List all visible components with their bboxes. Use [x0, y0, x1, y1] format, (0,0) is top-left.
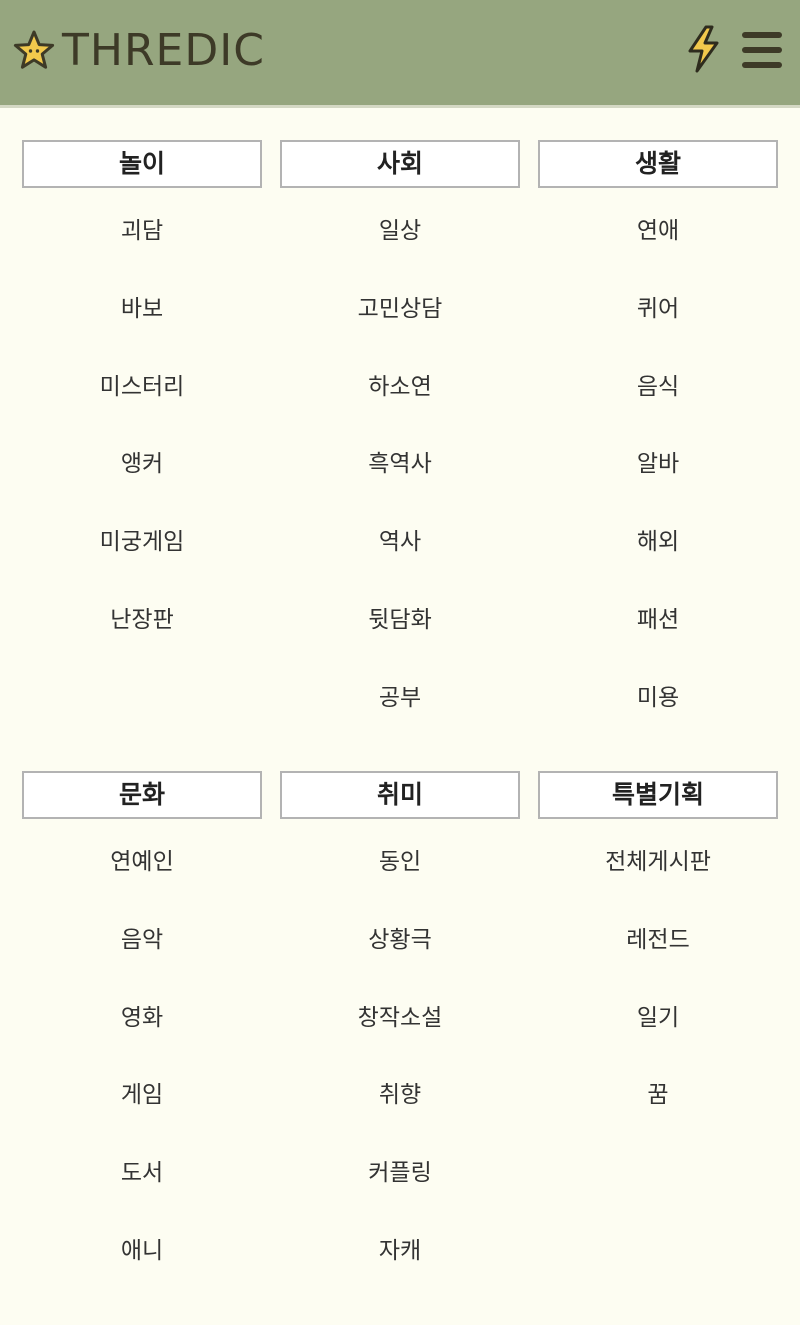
app-header: THREDIC [0, 0, 800, 108]
board-link[interactable]: 취향 [280, 1052, 520, 1130]
lightning-button[interactable] [684, 25, 722, 73]
board-link[interactable]: 레전드 [538, 897, 778, 975]
board-link[interactable]: 음식 [538, 344, 778, 422]
board-link[interactable]: 창작소설 [280, 975, 520, 1053]
board-link[interactable]: 상황극 [280, 897, 520, 975]
board-link[interactable]: 패션 [538, 577, 778, 655]
category-header[interactable]: 사회 [280, 140, 520, 188]
board-link[interactable]: 연애 [538, 188, 778, 266]
category-list: 동인 상황극 창작소설 취향 커플링 자캐 [280, 819, 520, 1286]
board-link[interactable]: 일기 [538, 975, 778, 1053]
board-link[interactable]: 연예인 [22, 819, 262, 897]
hamburger-menu-icon [742, 62, 782, 68]
category-list: 연예인 음악 영화 게임 도서 애니 [22, 819, 262, 1286]
board-link[interactable]: 영화 [22, 975, 262, 1053]
category-list: 일상 고민상담 하소연 흑역사 역사 뒷담화 공부 [280, 188, 520, 733]
board-link[interactable]: 자캐 [280, 1208, 520, 1286]
category-column: 생활 연애 퀴어 음식 알바 해외 패션 미용 [538, 140, 778, 733]
board-link[interactable]: 앵커 [22, 421, 262, 499]
board-link[interactable]: 공부 [280, 655, 520, 733]
board-link[interactable]: 고민상담 [280, 266, 520, 344]
board-link[interactable]: 꿈 [538, 1052, 778, 1130]
category-list: 전체게시판 레전드 일기 꿈 [538, 819, 778, 1130]
category-column: 특별기획 전체게시판 레전드 일기 꿈 [538, 771, 778, 1130]
board-link[interactable]: 게임 [22, 1052, 262, 1130]
hamburger-menu-icon [742, 47, 782, 53]
board-link[interactable]: 커플링 [280, 1130, 520, 1208]
board-link[interactable]: 바보 [22, 266, 262, 344]
category-header[interactable]: 취미 [280, 771, 520, 819]
board-link[interactable]: 음악 [22, 897, 262, 975]
board-link[interactable]: 뒷담화 [280, 577, 520, 655]
category-header[interactable]: 문화 [22, 771, 262, 819]
board-link[interactable]: 흑역사 [280, 421, 520, 499]
board-link[interactable]: 미스터리 [22, 344, 262, 422]
board-link[interactable]: 괴담 [22, 188, 262, 266]
category-list: 연애 퀴어 음식 알바 해외 패션 미용 [538, 188, 778, 733]
board-link[interactable]: 미용 [538, 655, 778, 733]
hamburger-menu-icon [742, 32, 782, 38]
board-link[interactable]: 알바 [538, 421, 778, 499]
board-link[interactable]: 하소연 [280, 344, 520, 422]
board-link[interactable]: 애니 [22, 1208, 262, 1286]
category-header[interactable]: 특별기획 [538, 771, 778, 819]
star-icon [13, 30, 55, 69]
category-column: 취미 동인 상황극 창작소설 취향 커플링 자캐 [280, 771, 520, 1286]
board-link[interactable]: 미궁게임 [22, 499, 262, 577]
category-header[interactable]: 놀이 [22, 140, 262, 188]
board-link[interactable]: 전체게시판 [538, 819, 778, 897]
category-column: 문화 연예인 음악 영화 게임 도서 애니 [22, 771, 262, 1286]
board-link[interactable]: 도서 [22, 1130, 262, 1208]
board-link[interactable]: 난장판 [22, 577, 262, 655]
lightning-bolt-icon [688, 25, 719, 73]
board-link[interactable]: 일상 [280, 188, 520, 266]
category-header[interactable]: 생활 [538, 140, 778, 188]
board-link[interactable]: 해외 [538, 499, 778, 577]
board-link[interactable]: 동인 [280, 819, 520, 897]
logo-text: THREDIC [62, 25, 265, 76]
board-link[interactable]: 역사 [280, 499, 520, 577]
hamburger-menu-button[interactable] [740, 30, 784, 70]
site-logo[interactable]: THREDIC [12, 26, 265, 76]
board-link[interactable]: 퀴어 [538, 266, 778, 344]
category-column: 놀이 괴담 바보 미스터리 앵커 미궁게임 난장판 [22, 140, 262, 655]
category-column: 사회 일상 고민상담 하소연 흑역사 역사 뒷담화 공부 [280, 140, 520, 733]
category-list: 괴담 바보 미스터리 앵커 미궁게임 난장판 [22, 188, 262, 655]
